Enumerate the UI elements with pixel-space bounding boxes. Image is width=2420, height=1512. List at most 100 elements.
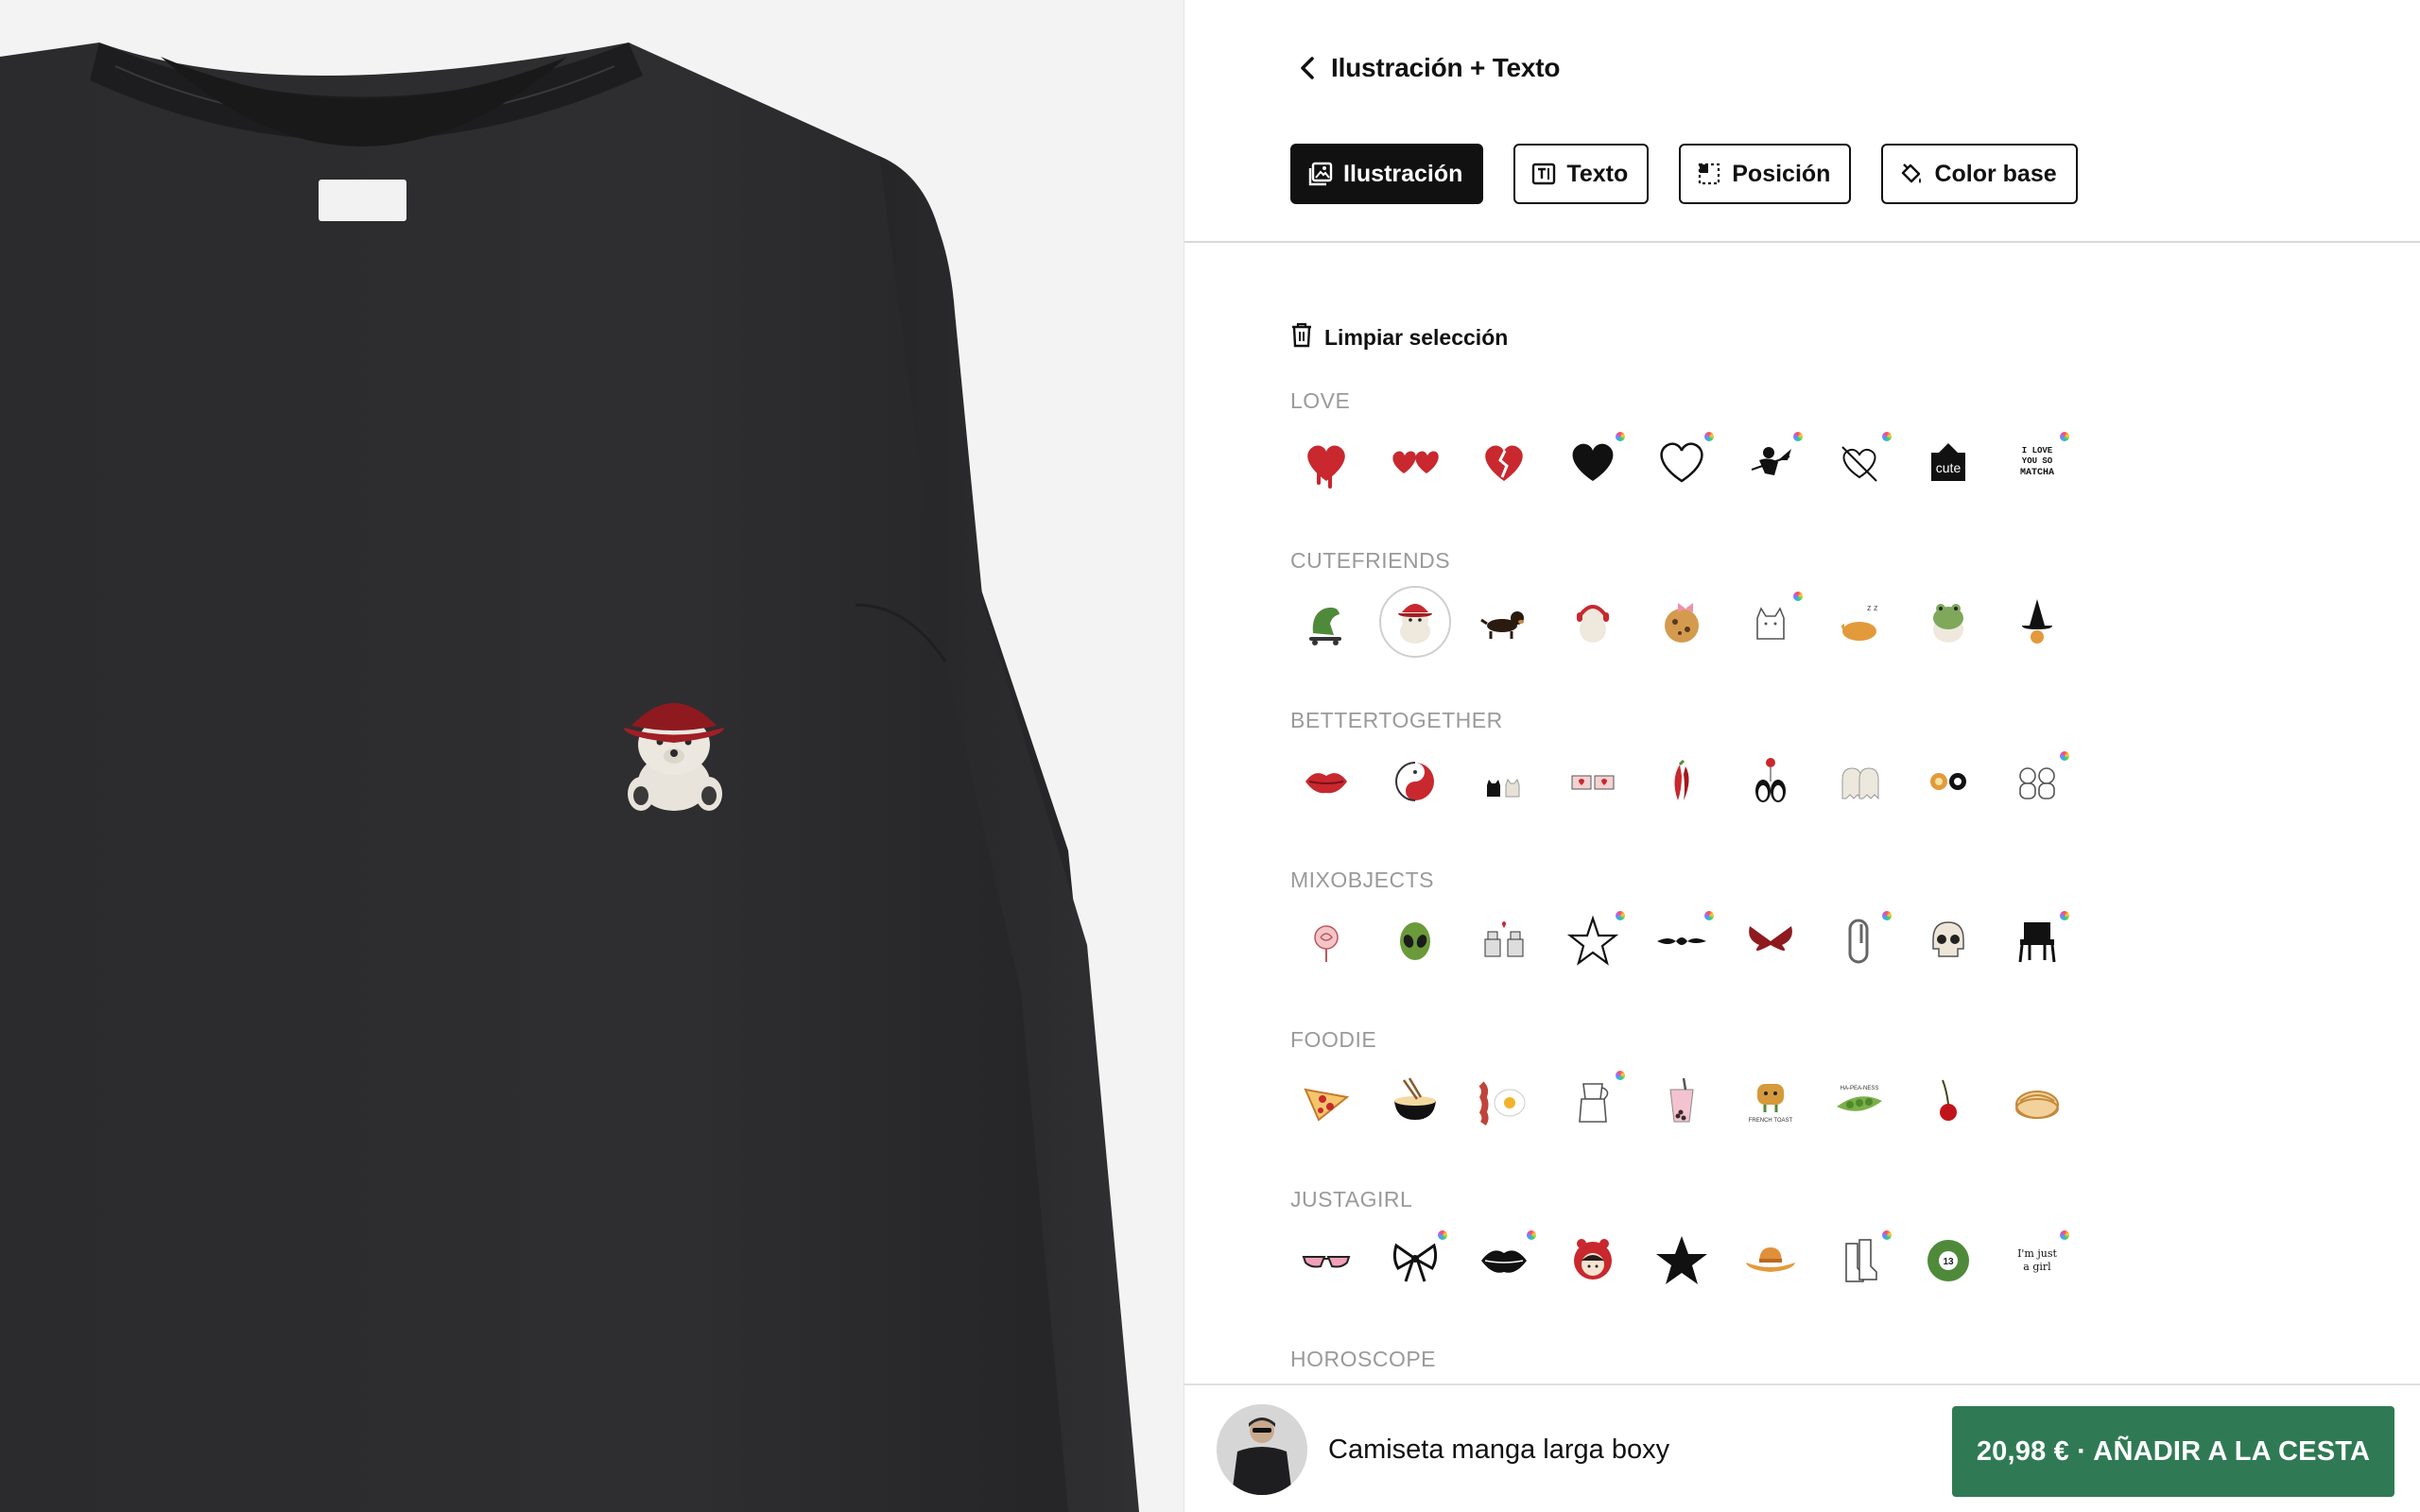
multicolor-badge-icon	[1614, 1069, 1627, 1082]
page-title: Ilustración + Texto	[1331, 53, 1561, 82]
illustration-two-cats[interactable]	[1468, 746, 1540, 817]
star-black-icon	[1656, 1236, 1707, 1284]
illustration-im-just-a-girl[interactable]: I'm just a girl	[2001, 1225, 2073, 1297]
product-preview-image	[0, 0, 1184, 1512]
illustration-dino-skater[interactable]	[1290, 586, 1362, 658]
robots-love-icon	[1484, 921, 1524, 957]
category-title: HOROSCOPE	[1290, 1347, 1437, 1371]
bottom-bar: Camiseta manga larga boxy 20,98 € · AÑAD…	[1184, 1383, 2420, 1512]
illustration-bubble-tea[interactable]	[1646, 1065, 1718, 1137]
penguins-balloon-icon	[1755, 758, 1786, 802]
illustration-rose[interactable]	[1290, 905, 1362, 977]
illustration-chili-peppers[interactable]	[1646, 746, 1718, 817]
illustration-cherry[interactable]	[1912, 1065, 1984, 1137]
ball-13-icon: 13	[1927, 1240, 1969, 1281]
illustration-ball-13[interactable]: 13	[1912, 1225, 1984, 1297]
illustration-girl-red-hood[interactable]	[1557, 1225, 1629, 1297]
two-cats-icon	[1487, 778, 1520, 798]
illustration-puzzle-hearts[interactable]	[1557, 746, 1629, 817]
illustration-cupid[interactable]	[1735, 426, 1806, 498]
illustration-dachshund[interactable]	[1468, 586, 1540, 658]
svg-text:FRENCH TOAST: FRENCH TOAST	[1749, 1118, 1793, 1124]
illustration-bear-bucket-hat[interactable]	[1379, 586, 1451, 658]
illustration-flowers-pair[interactable]	[1912, 746, 1984, 817]
skull-icon	[1932, 921, 1964, 957]
illustration-cute-sign[interactable]: cute	[1912, 426, 1984, 498]
illustration-witch-hat[interactable]	[2001, 586, 2073, 658]
illustration-bow[interactable]	[1379, 1225, 1451, 1297]
illustration-pie[interactable]	[2001, 1065, 2073, 1137]
illustration-tribal-line[interactable]	[1646, 905, 1718, 977]
illustration-sleeping-chick[interactable]: z z	[1824, 586, 1895, 658]
illustration-robots-love[interactable]	[1468, 905, 1540, 977]
rose-icon	[1314, 925, 1339, 962]
svg-text:YOU SO: YOU SO	[2022, 456, 2053, 466]
shirt-illustration	[0, 0, 1184, 1512]
illustration-list[interactable]: Limpiar selección LOVE cute I LOVE YOU SO MA…	[1184, 245, 2420, 1383]
illustration-peas[interactable]: HA-PEA-NESS	[1824, 1065, 1895, 1137]
illustration-star-outline[interactable]	[1557, 905, 1629, 977]
illustration-cookie-bow[interactable]	[1646, 586, 1718, 658]
cookie-bow-icon	[1665, 603, 1699, 643]
category-items: 13 I'm just a girl	[1290, 1225, 2141, 1310]
illustration-plastic-chair[interactable]	[2001, 905, 2073, 977]
illustration-boots[interactable]	[1824, 1225, 1895, 1297]
category-items: z z	[1290, 586, 2141, 671]
illustration-black-heart[interactable]	[1557, 426, 1629, 498]
illustration-ghosts[interactable]	[1824, 746, 1895, 817]
category-title: JUSTAGIRL	[1290, 1187, 1413, 1211]
illustration-cat-line[interactable]	[1735, 586, 1806, 658]
illustration-french-toast[interactable]: FRENCH TOAST	[1735, 1065, 1806, 1137]
svg-text:13: 13	[1943, 1257, 1954, 1267]
multicolor-badge-icon	[1703, 909, 1716, 922]
ghosts-icon	[1841, 767, 1879, 800]
illustration-dripping-heart[interactable]	[1290, 426, 1362, 498]
illustration-bacon-egg[interactable]	[1468, 1065, 1540, 1137]
tab-posicion[interactable]: Posición	[1679, 144, 1852, 204]
tab-ilustracion[interactable]: Ilustración	[1290, 144, 1484, 204]
position-icon	[1696, 161, 1722, 187]
illustration-lips-kiss[interactable]	[1468, 1225, 1540, 1297]
bow-icon	[1392, 1243, 1438, 1282]
illustration-yin-yang-koi[interactable]	[1379, 746, 1451, 817]
tab-texto[interactable]: Texto	[1513, 144, 1650, 204]
bubble-tea-icon	[1669, 1077, 1694, 1123]
illustration-sunglasses[interactable]	[1290, 1225, 1362, 1297]
multicolor-badge-icon	[2058, 909, 2071, 922]
illustration-double-hearts[interactable]	[1379, 426, 1451, 498]
illustration-alien[interactable]	[1379, 905, 1451, 977]
illustration-arrow-heart[interactable]	[1824, 426, 1895, 498]
illustration-outline-heart[interactable]	[1646, 426, 1718, 498]
cute-sign-icon: cute	[1931, 443, 1965, 481]
clear-selection-button[interactable]: Limpiar selección	[1290, 320, 1508, 354]
category-items	[1290, 746, 2141, 831]
category-items: FRENCH TOAST HA-PEA-NESS	[1290, 1065, 2141, 1150]
illustration-skull[interactable]	[1912, 905, 1984, 977]
illustration-i-love-you-so-matcha[interactable]: I LOVE YOU SO MATCHA	[2001, 426, 2073, 498]
illustration-bears-hug[interactable]	[2001, 746, 2073, 817]
chevron-left-icon[interactable]	[1288, 49, 1326, 87]
image-icon	[1307, 161, 1334, 187]
illustration-pizza[interactable]	[1290, 1065, 1362, 1137]
illustration-penguins-balloon[interactable]	[1735, 746, 1806, 817]
pie-icon	[2015, 1091, 2059, 1119]
illustration-star-black[interactable]	[1646, 1225, 1718, 1297]
product-thumbnail[interactable]	[1217, 1404, 1307, 1495]
illustration-moka-pot[interactable]	[1557, 1065, 1629, 1137]
category-items: cute I LOVE YOU SO MATCHA	[1290, 426, 2141, 511]
illustration-ramen[interactable]	[1379, 1065, 1451, 1137]
broken-heart-icon	[1485, 445, 1523, 481]
illustration-broken-heart[interactable]	[1468, 426, 1540, 498]
girl-red-hood-icon	[1574, 1239, 1612, 1280]
add-to-cart-button[interactable]: 20,98 € · AÑADIR A LA CESTA	[1952, 1406, 2394, 1497]
i-love-you-so-matcha-icon: I LOVEYOU SO MATCHA	[2020, 446, 2054, 478]
illustration-puppy-headphones[interactable]	[1557, 586, 1629, 658]
illustration-lips-red[interactable]	[1290, 746, 1362, 817]
illustration-butterfly[interactable]	[1735, 905, 1806, 977]
tab-color-base[interactable]: Color base	[1881, 144, 2078, 204]
black-heart-icon	[1572, 443, 1614, 481]
illustration-carabiner[interactable]	[1824, 905, 1895, 977]
illustration-frog-hat[interactable]	[1912, 586, 1984, 658]
multicolor-badge-icon	[1436, 1228, 1449, 1242]
illustration-cowboy-hat[interactable]	[1735, 1225, 1806, 1297]
